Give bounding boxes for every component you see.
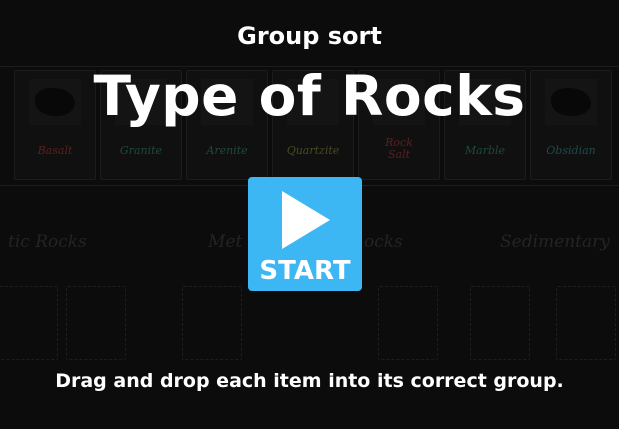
play-icon: [282, 191, 330, 249]
rock-label: Granite: [119, 144, 163, 157]
rock-label: Basalt: [37, 144, 73, 157]
activity-type: Group sort: [237, 22, 382, 50]
group-heading: Sedimentary: [500, 232, 610, 252]
start-button-label: START: [259, 256, 351, 286]
instructions-text: Drag and drop each item into its correct…: [55, 370, 564, 392]
rock-label: Marble: [464, 144, 506, 157]
drop-slot[interactable]: [66, 286, 126, 360]
rock-label: Quartzite: [286, 144, 340, 157]
group-heading: tic Rocks: [8, 232, 87, 252]
drop-slot[interactable]: [556, 286, 616, 360]
drop-slot[interactable]: [182, 286, 242, 360]
drop-slot[interactable]: [378, 286, 438, 360]
activity-title: Type of Rocks: [93, 64, 526, 128]
start-button[interactable]: START: [248, 177, 362, 291]
rock-label: Rock Salt: [385, 136, 413, 161]
drop-slot[interactable]: [0, 286, 58, 360]
group-heading: ocks: [364, 232, 403, 252]
rock-label: Arenite: [206, 144, 248, 157]
rock-label: Obsidian: [546, 144, 596, 157]
drop-slot[interactable]: [470, 286, 530, 360]
group-heading: Met: [208, 232, 243, 252]
